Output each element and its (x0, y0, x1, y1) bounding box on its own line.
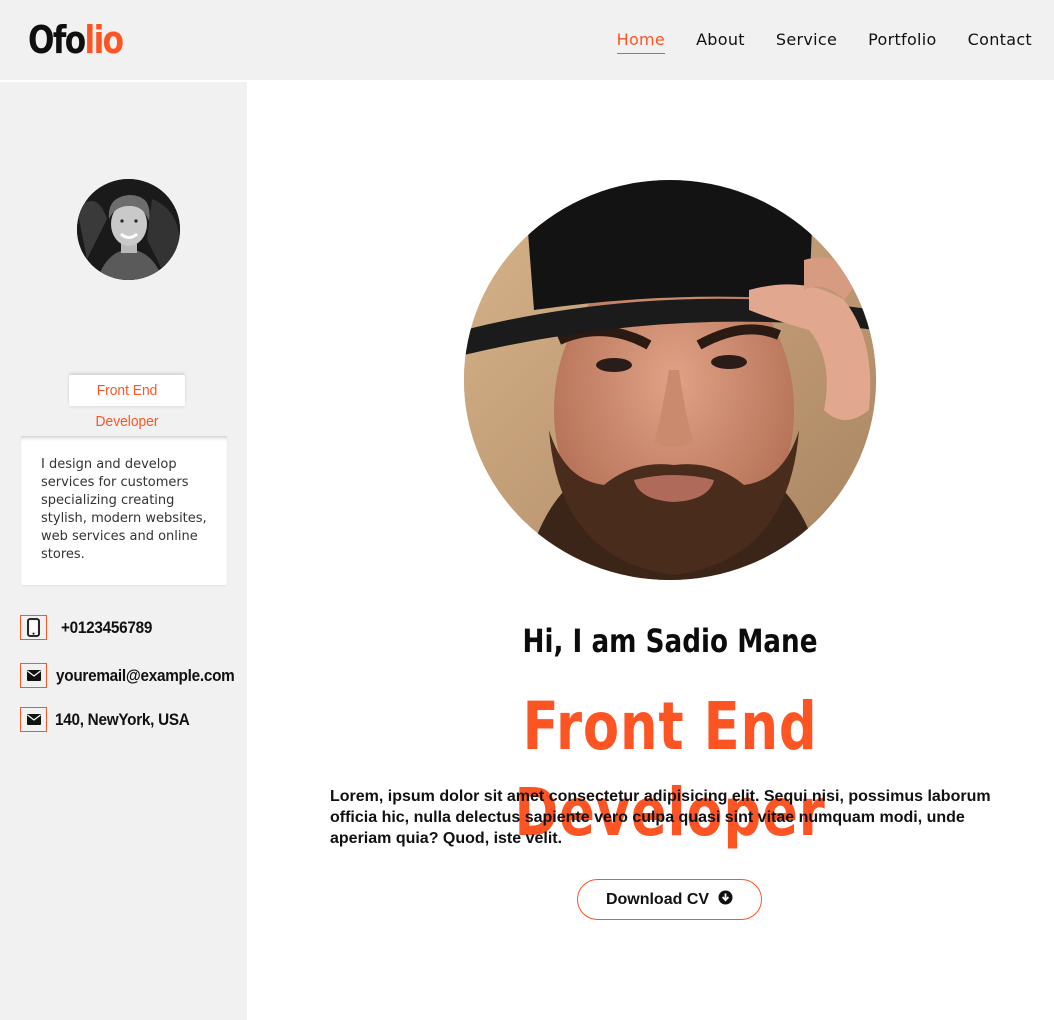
logo[interactable]: Ofolio (28, 14, 125, 66)
contact-email[interactable]: youremail@example.com (20, 663, 254, 688)
avatar (77, 179, 180, 280)
bio-card: I design and develop services for custom… (21, 436, 227, 585)
nav-service[interactable]: Service (776, 27, 837, 54)
download-cv-button[interactable]: Download CV (577, 879, 762, 920)
hero-description: Lorem, ipsum dolor sit amet consectetur … (330, 788, 991, 847)
main-nav: Home About Service Portfolio Contact (616, 27, 1032, 54)
site-header: Ofolio Home About Service Portfolio Cont… (0, 0, 1054, 82)
envelope-icon (20, 707, 47, 732)
logo-part-dark: Ofo (28, 18, 86, 62)
hero-greeting: Hi, I am Sadio Mane (522, 622, 818, 660)
logo-part-accent: lio (84, 18, 125, 62)
phone-icon (20, 615, 47, 640)
avatar-photo (77, 179, 180, 280)
download-cv-label: Download CV (605, 890, 710, 908)
nav-about[interactable]: About (696, 27, 745, 54)
role-badge: Front End Developer (69, 375, 185, 430)
contact-address[interactable]: 140, NewYork, USA (20, 707, 205, 732)
contact-phone-text: +0123456789 (61, 617, 153, 637)
nav-portfolio[interactable]: Portfolio (868, 27, 937, 54)
envelope-icon (20, 663, 47, 688)
download-circle-icon (718, 890, 733, 910)
hero-photo (464, 180, 876, 580)
contact-phone[interactable]: +0123456789 (20, 615, 162, 640)
bio-text: I design and develop services for custom… (41, 457, 207, 562)
nav-contact[interactable]: Contact (968, 27, 1032, 54)
nav-home[interactable]: Home (616, 27, 666, 54)
contact-address-text: 140, NewYork, USA (55, 709, 190, 729)
hero-portrait (464, 180, 876, 580)
sidebar: Front End Developer I design and develop… (0, 82, 247, 1020)
contact-email-text: youremail@example.com (56, 665, 235, 685)
